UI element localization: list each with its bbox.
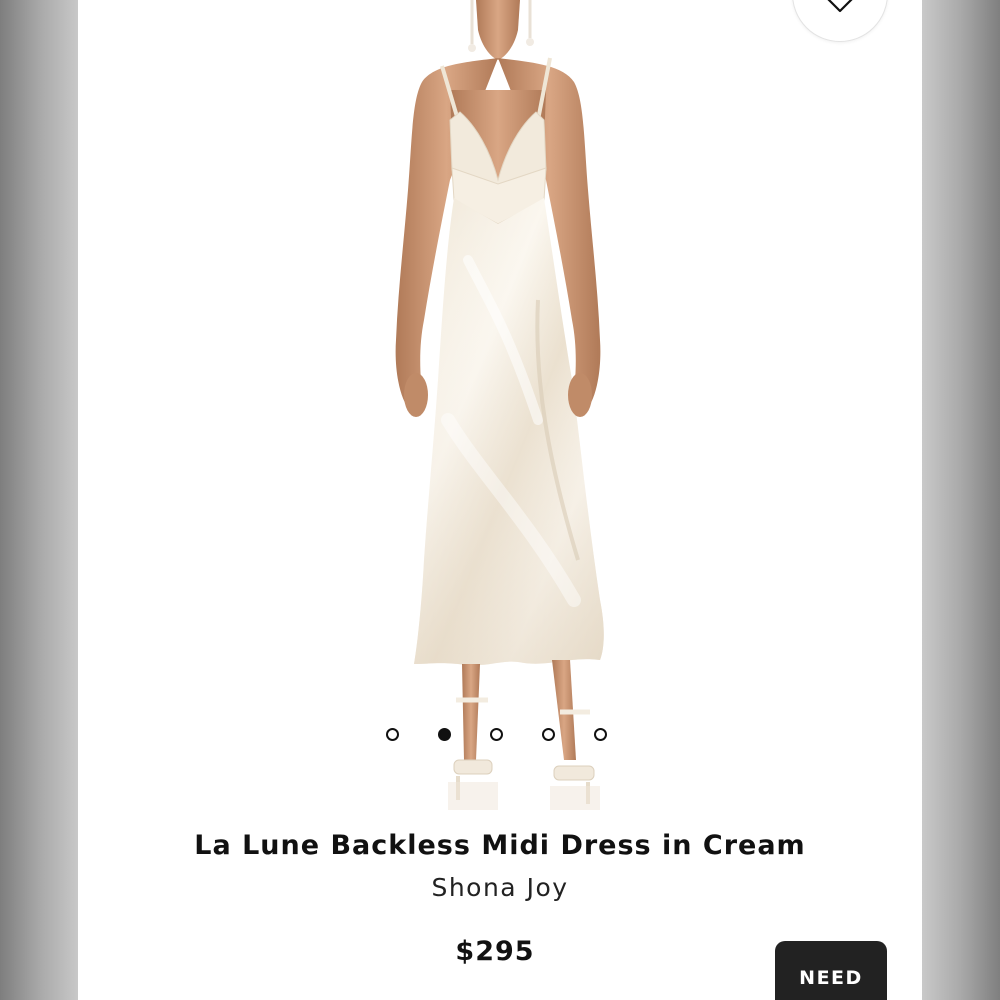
carousel-dot-1[interactable] <box>386 727 399 741</box>
carousel-dot-4[interactable] <box>542 727 555 741</box>
heart-icon <box>827 0 853 13</box>
product-image[interactable] <box>338 0 658 820</box>
product-title: La Lune Backless Midi Dress in Cream <box>194 830 806 861</box>
product-brand[interactable]: Shona Joy <box>78 873 922 902</box>
carousel-dot-3[interactable] <box>490 727 503 741</box>
need-help-button[interactable]: NEED HELP? <box>775 941 887 1000</box>
carousel-dot-5[interactable] <box>594 727 607 741</box>
image-carousel-dots <box>386 724 607 744</box>
wishlist-button[interactable] <box>792 0 888 42</box>
carousel-dot-2[interactable] <box>438 727 451 741</box>
product-page: La Lune Backless Midi Dress in Cream Sho… <box>78 0 922 1000</box>
